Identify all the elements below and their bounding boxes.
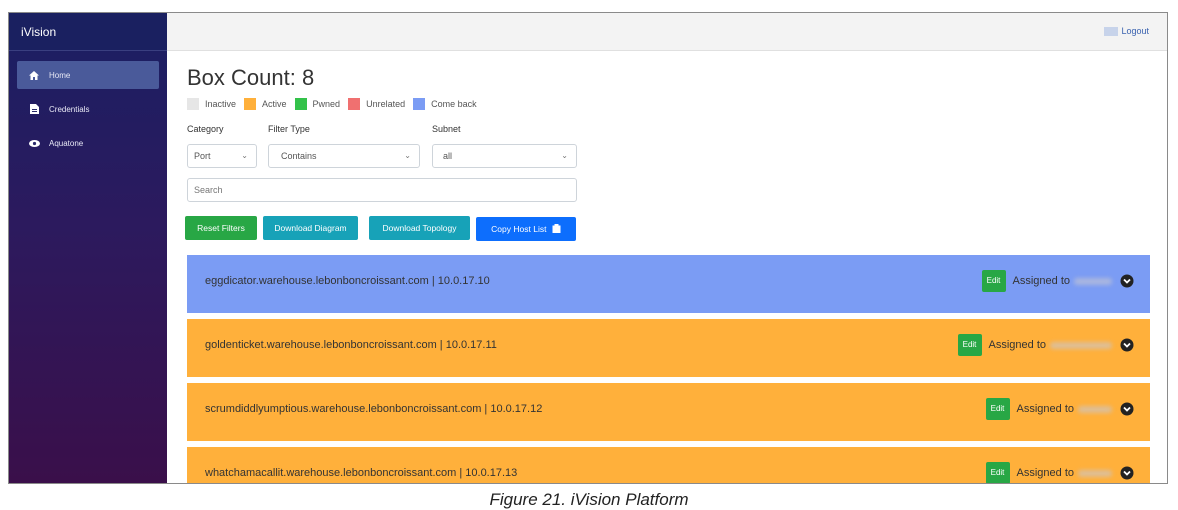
legend-item-pwned: Pwned [294, 98, 341, 110]
host-row[interactable]: scrumdiddlyumptious.warehouse.lebonboncr… [187, 383, 1150, 441]
chevron-down-icon: ⌄ [561, 151, 568, 160]
assigned-to: Assigned to [1013, 275, 1112, 287]
assigned-to: Assigned to [989, 339, 1112, 351]
top-bar: Logout [167, 13, 1167, 51]
download-diagram-button[interactable]: Download Diagram [263, 216, 358, 240]
copy-host-list-label: Copy Host List [491, 224, 547, 234]
sidebar-item-credentials[interactable]: Credentials [17, 95, 159, 123]
subnet-select[interactable]: all ⌄ [432, 144, 577, 168]
host-row[interactable]: whatchamacallit.warehouse.lebonboncroiss… [187, 447, 1150, 483]
filter-type-value: Contains [281, 151, 317, 161]
legend-item-come-back: Come back [413, 98, 477, 110]
filter-type-select[interactable]: Contains ⌄ [268, 144, 420, 168]
host-actions: Edit Assigned to [985, 462, 1134, 483]
assigned-label: Assigned to [1012, 275, 1070, 287]
legend-swatch [244, 98, 257, 110]
host-label: eggdicator.warehouse.lebonboncroissant.c… [205, 275, 490, 287]
document-icon [27, 104, 41, 114]
edit-button[interactable]: Edit [985, 462, 1010, 483]
chevron-down-icon[interactable] [1120, 466, 1134, 480]
reset-filters-button[interactable]: Reset Filters [185, 216, 257, 240]
legend-swatch [187, 98, 199, 110]
category-label: Category [187, 124, 224, 134]
assigned-label: Assigned to [1016, 403, 1074, 415]
edit-button[interactable]: Edit [981, 270, 1006, 292]
assigned-label: Assigned to [988, 339, 1046, 351]
chevron-down-icon: ⌄ [241, 151, 248, 160]
legend-label: Come back [431, 99, 477, 109]
home-icon [27, 70, 41, 80]
status-legend: Inactive Active Pwned Unrelated Come bac… [187, 98, 485, 110]
legend-label: Pwned [312, 99, 341, 109]
main-content: Box Count: 8 Inactive Active Pwned Unrel… [167, 51, 1167, 483]
sidebar: iVision Home Credentials Aquatone [9, 13, 167, 483]
category-select[interactable]: Port ⌄ [187, 144, 257, 168]
sidebar-item-home[interactable]: Home [17, 61, 159, 89]
figure-caption: Figure 21. iVision Platform [489, 490, 689, 509]
app-window: iVision Home Credentials Aquatone Logout… [8, 12, 1168, 484]
redacted-name [1074, 277, 1112, 285]
chevron-down-icon[interactable] [1120, 338, 1134, 352]
legend-swatch [348, 98, 361, 110]
legend-label: Unrelated [366, 99, 406, 109]
download-topology-button[interactable]: Download Topology [369, 216, 470, 240]
legend-swatch [413, 98, 426, 110]
subnet-value: all [443, 151, 453, 161]
legend-label: Active [262, 99, 287, 109]
legend-item-inactive: Inactive [187, 98, 236, 110]
sidebar-item-aquatone[interactable]: Aquatone [17, 129, 159, 157]
assigned-to: Assigned to [1017, 467, 1112, 479]
logout-icon [1104, 26, 1119, 36]
legend-item-unrelated: Unrelated [348, 98, 405, 110]
logout-label: Logout [1121, 26, 1149, 36]
host-actions: Edit Assigned to [981, 270, 1134, 292]
chevron-down-icon: ⌄ [404, 151, 411, 160]
assigned-to: Assigned to [1017, 403, 1112, 415]
host-label: goldenticket.warehouse.lebonboncroissant… [205, 339, 497, 351]
legend-label: Inactive [205, 99, 237, 109]
filter-type-label: Filter Type [268, 124, 310, 134]
sidebar-item-label: Home [49, 70, 71, 80]
host-actions: Edit Assigned to [985, 398, 1134, 420]
copy-host-list-button[interactable]: Copy Host List [476, 217, 576, 241]
legend-swatch [294, 98, 307, 110]
edit-button[interactable]: Edit [957, 334, 982, 356]
redacted-name [1078, 469, 1112, 477]
host-row[interactable]: eggdicator.warehouse.lebonboncroissant.c… [187, 255, 1150, 313]
sidebar-item-label: Aquatone [49, 138, 84, 148]
chevron-down-icon[interactable] [1120, 274, 1134, 288]
chevron-down-icon[interactable] [1120, 402, 1134, 416]
logout-link[interactable]: Logout [1104, 26, 1149, 36]
redacted-name [1050, 341, 1112, 349]
host-row[interactable]: goldenticket.warehouse.lebonboncroissant… [187, 319, 1150, 377]
brand-title: iVision [9, 13, 167, 51]
host-actions: Edit Assigned to [957, 334, 1134, 356]
search-input[interactable]: Search [187, 178, 577, 202]
subnet-label: Subnet [432, 124, 461, 134]
page-title: Box Count: 8 [187, 65, 315, 90]
host-label: whatchamacallit.warehouse.lebonboncroiss… [205, 467, 518, 479]
sidebar-item-label: Credentials [49, 104, 90, 114]
clipboard-icon [552, 224, 561, 233]
sidebar-nav: Home Credentials Aquatone [9, 51, 167, 173]
redacted-name [1078, 405, 1112, 413]
host-label: scrumdiddlyumptious.warehouse.lebonboncr… [205, 403, 543, 415]
category-value: Port [194, 151, 211, 161]
eye-icon [27, 139, 41, 147]
edit-button[interactable]: Edit [985, 398, 1010, 420]
assigned-label: Assigned to [1016, 467, 1074, 479]
legend-item-active: Active [244, 98, 287, 110]
